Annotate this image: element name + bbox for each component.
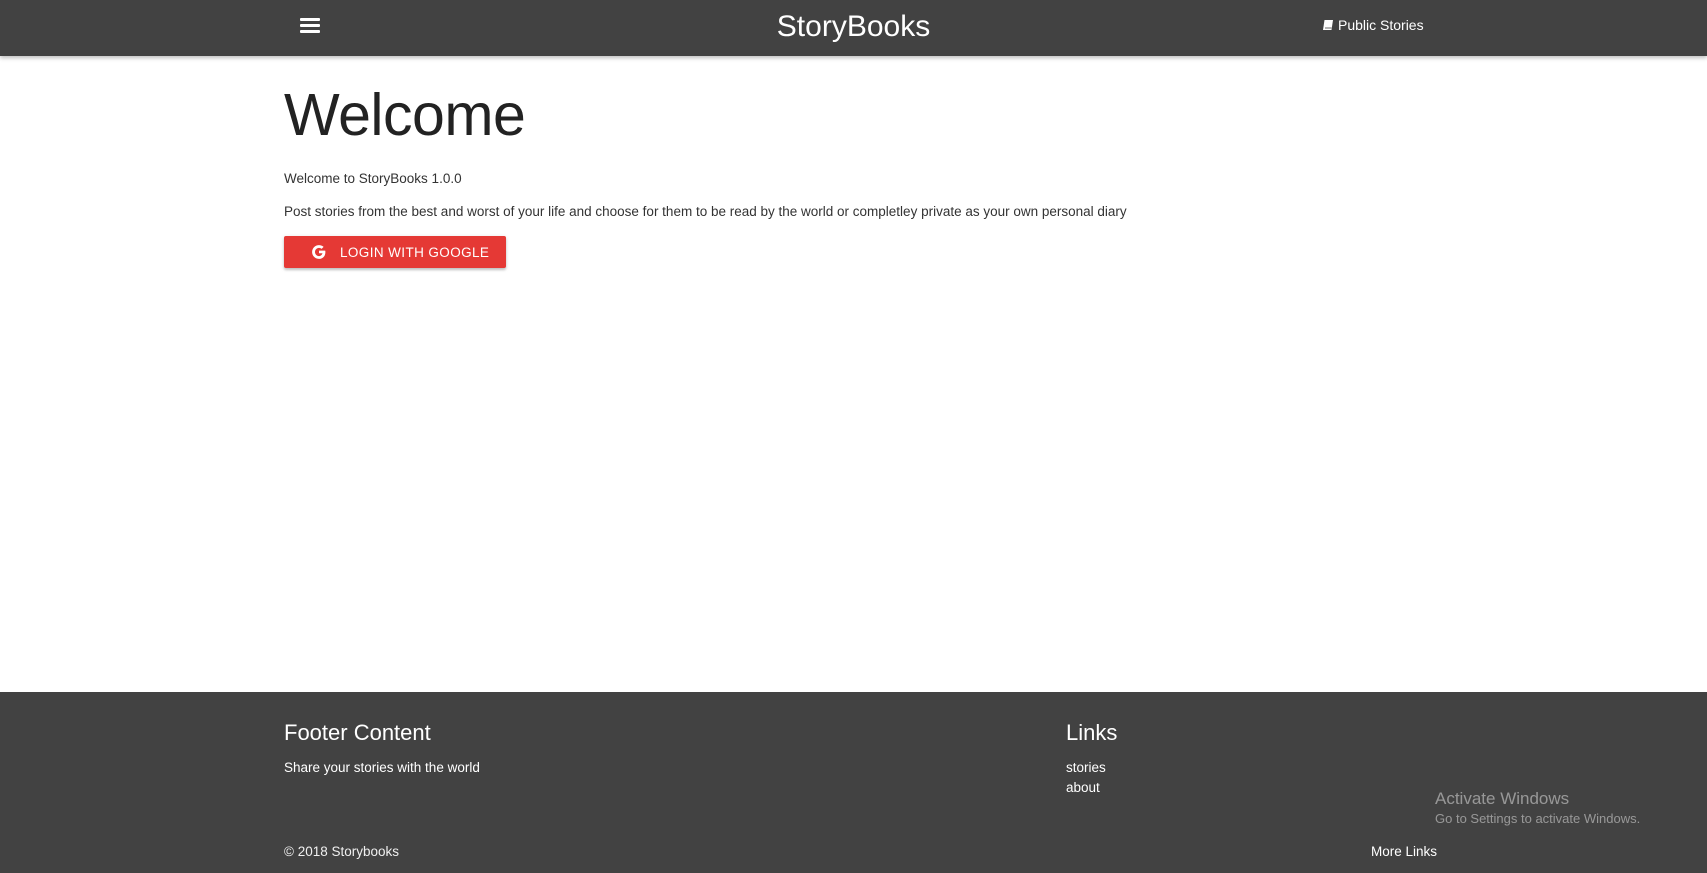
- footer-content-text: Share your stories with the world: [284, 760, 480, 775]
- book-icon: [1323, 20, 1333, 30]
- copyright-text: © 2018 Storybooks: [284, 844, 400, 859]
- footer-content-heading: Footer Content: [284, 720, 431, 745]
- footer-link-about[interactable]: about: [1066, 780, 1100, 795]
- page-title: Welcome: [284, 82, 526, 148]
- google-icon: [312, 245, 326, 259]
- intro-text: Welcome to StoryBooks 1.0.0: [284, 171, 462, 186]
- more-links-link[interactable]: More Links: [1371, 844, 1437, 859]
- login-button-label: LOGIN WITH GOOGLE: [340, 244, 490, 260]
- footer-links-heading: Links: [1066, 720, 1118, 745]
- page-footer: Footer Content Share your stories with t…: [0, 692, 1707, 873]
- login-with-google-button[interactable]: LOGIN WITH GOOGLE: [284, 236, 506, 268]
- description-text: Post stories from the best and worst of …: [284, 204, 1127, 219]
- brand-logo-link[interactable]: StoryBooks: [777, 10, 930, 43]
- hamburger-menu-icon[interactable]: [298, 16, 322, 38]
- public-stories-label: Public Stories: [1338, 17, 1424, 33]
- top-navbar: StoryBooks Public Stories: [0, 0, 1707, 56]
- public-stories-link[interactable]: Public Stories: [1322, 17, 1424, 33]
- brand-title-container: StoryBooks: [0, 0, 1707, 54]
- footer-link-stories[interactable]: stories: [1066, 760, 1106, 775]
